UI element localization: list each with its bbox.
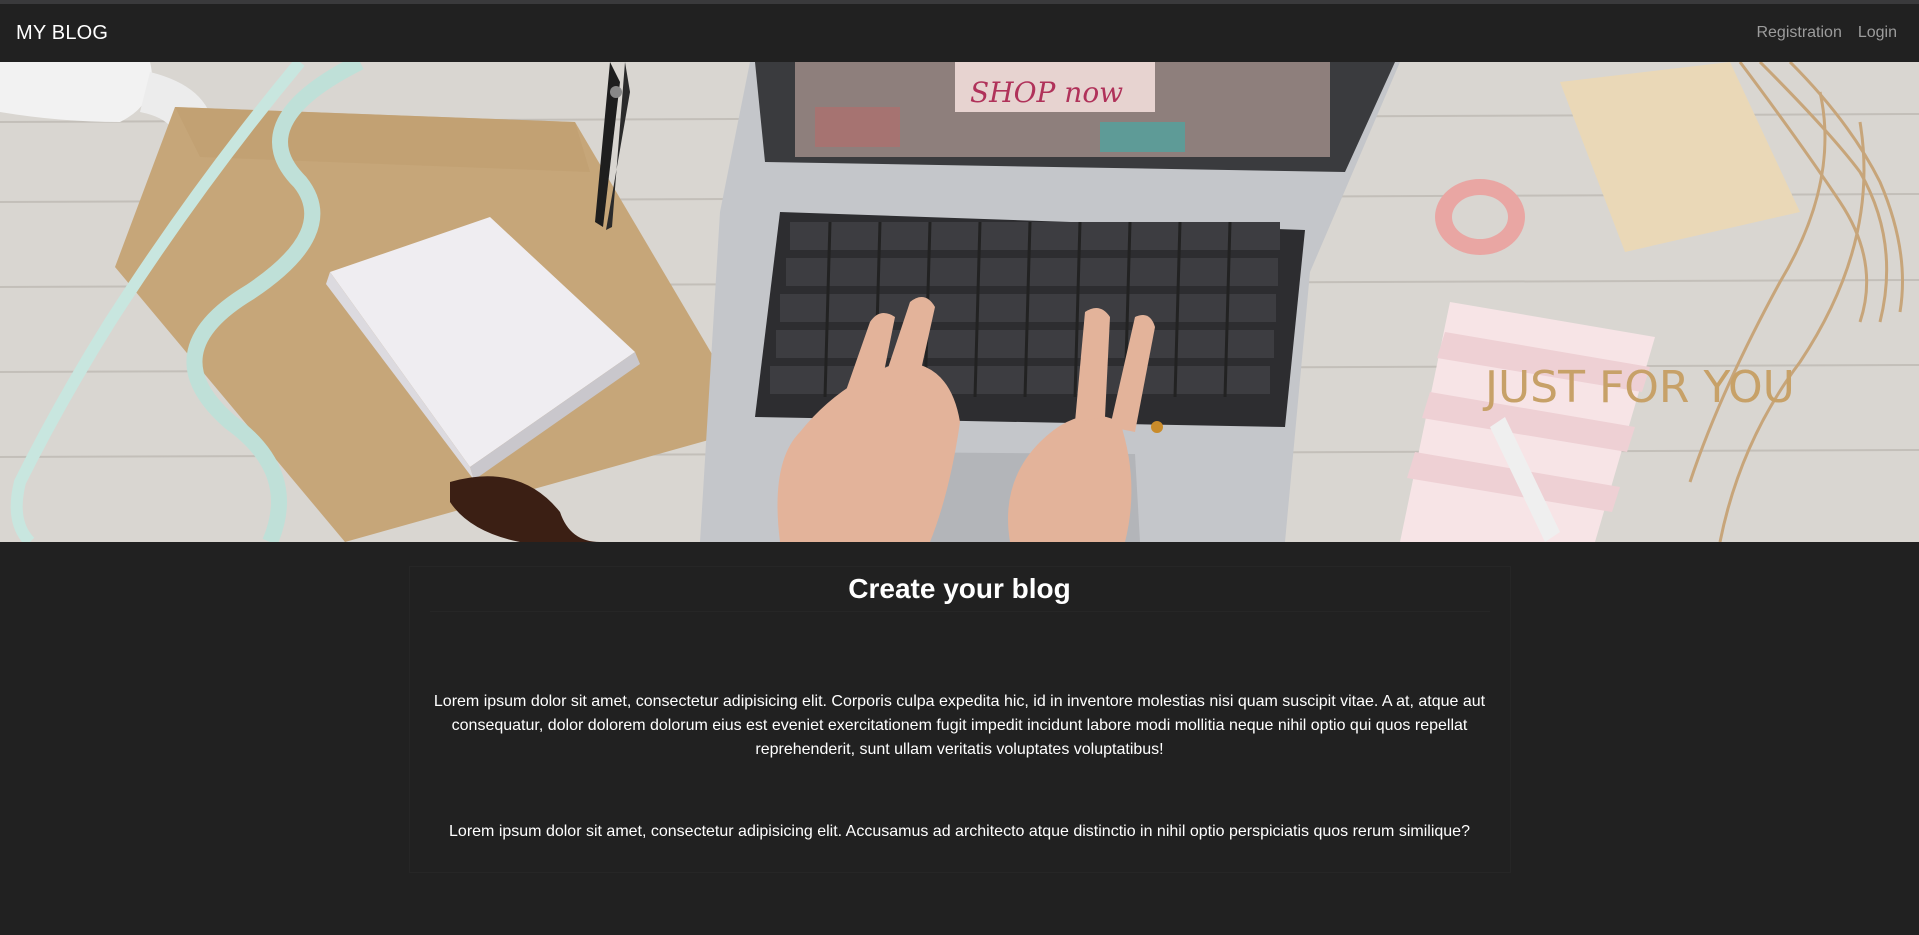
registration-link[interactable]: Registration xyxy=(1756,24,1841,42)
nav-links: Registration Login xyxy=(1756,24,1903,42)
intro-paragraph: Lorem ipsum dolor sit amet, consectetur … xyxy=(433,693,1486,758)
screen-shop-text: SHOP now xyxy=(970,76,1123,109)
hero-image: SHOP now JUST FOR YOU xyxy=(0,62,1919,542)
login-link[interactable]: Login xyxy=(1858,24,1897,42)
page-title: Create your blog xyxy=(429,573,1490,612)
blog-card: Create your blog Lorem ipsum dolor sit a… xyxy=(408,566,1511,873)
navbar: MY BLOG Registration Login xyxy=(0,4,1919,62)
notebook-text: JUST FOR YOU xyxy=(1482,362,1795,413)
hero-illustration: SHOP now JUST FOR YOU xyxy=(0,62,1919,542)
brand-logo[interactable]: MY BLOG xyxy=(16,22,108,45)
secondary-paragraph: Lorem ipsum dolor sit amet, consectetur … xyxy=(449,823,1470,840)
